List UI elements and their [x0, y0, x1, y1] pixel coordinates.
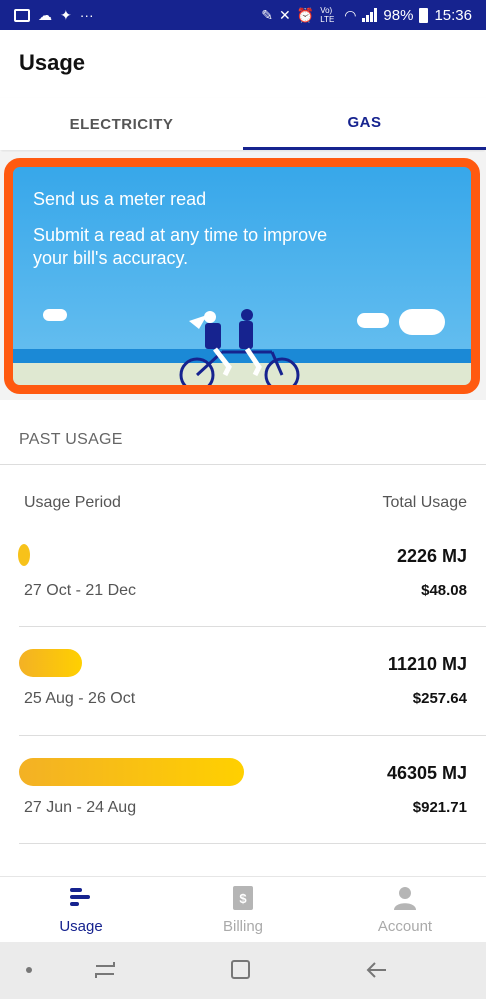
cloud-icon [43, 309, 67, 321]
row-divider [19, 735, 486, 736]
usage-bar [19, 649, 82, 677]
usage-cost: $48.08 [421, 582, 467, 599]
wifi-icon: ◠ [344, 7, 357, 23]
back-icon[interactable] [366, 960, 388, 980]
tandem-bike-illustration-icon [179, 309, 300, 385]
battery-percent: 98% [383, 6, 414, 24]
clock: 15:36 [434, 6, 472, 24]
home-icon[interactable] [231, 960, 250, 979]
recent-apps-icon[interactable] [94, 960, 116, 980]
usage-row[interactable]: 27 Oct - 21 Dec 2226 MJ $48.08 [0, 520, 486, 628]
usage-cost: $257.64 [412, 690, 467, 707]
usage-screen: ☁ ✦ ··· ✎ ✕ ⏰ Vo) LTE ◠ 98% 15:36 Usage … [0, 0, 486, 999]
usage-period: 25 Aug - 26 Oct [24, 690, 136, 707]
section-divider [0, 464, 486, 465]
usage-period: 27 Oct - 21 Dec [24, 582, 137, 599]
usage-amount: 46305 MJ [386, 763, 467, 783]
meter-read-banner[interactable]: Send us a meter read Submit a read at an… [4, 158, 480, 394]
page-title: Usage [19, 50, 86, 75]
row-divider [19, 843, 486, 844]
usage-bars-icon [70, 888, 90, 906]
banner-body: Submit a read at any time to improve you… [33, 225, 328, 268]
cloud-icon [399, 309, 445, 335]
usage-amount: 2226 MJ [396, 546, 467, 566]
svg-text:$: $ [239, 891, 247, 906]
nav-usage[interactable]: Usage [0, 877, 162, 942]
usage-period-header: Usage Period [24, 494, 121, 511]
banner-heading: Send us a meter read [33, 189, 207, 209]
signal-icon [362, 8, 378, 22]
system-navigation-bar [0, 942, 486, 999]
system-status-icons: ✎ ✕ ⏰ Vo) LTE ◠ 98% 15:36 [261, 6, 472, 24]
status-bar: ☁ ✦ ··· ✎ ✕ ⏰ Vo) LTE ◠ 98% 15:36 [0, 0, 486, 30]
usage-row[interactable]: 27 Jun - 24 Aug 46305 MJ $921.71 [0, 737, 486, 845]
row-divider [19, 626, 486, 627]
banner-area: Send us a meter read Submit a read at an… [0, 152, 486, 400]
nav-account[interactable]: Account [324, 877, 486, 942]
usage-amount: 11210 MJ [387, 654, 467, 674]
nav-billing[interactable]: $ Billing [162, 877, 324, 942]
usage-bar [19, 758, 244, 786]
twitter-notification-icon: ✦ [60, 7, 72, 23]
nav-usage-label: Usage [59, 918, 103, 935]
cloud-icon [357, 313, 389, 328]
cloud-notification-icon: ☁ [38, 7, 52, 23]
alarm-icon: ⏰ [296, 7, 315, 23]
battery-icon [419, 7, 429, 23]
notification-icons: ☁ ✦ ··· [14, 8, 94, 22]
mute-icon: ✕ [279, 7, 291, 23]
volte-icon: Vo) LTE [320, 6, 335, 24]
usage-bar [18, 544, 30, 566]
usage-row[interactable]: 25 Aug - 26 Oct 11210 MJ $257.64 [0, 628, 486, 736]
fuel-tabs: ELECTRICITY GAS [0, 98, 486, 150]
nav-account-label: Account [377, 918, 433, 935]
nav-billing-label: Billing [222, 918, 264, 935]
past-usage-title: PAST USAGE [19, 431, 123, 448]
dollar-document-icon: $ [233, 886, 253, 910]
bottom-navigation: Usage $ Billing Account [0, 876, 486, 942]
usage-period: 27 Jun - 24 Aug [24, 799, 137, 816]
total-usage-header: Total Usage [382, 494, 468, 511]
more-notifications-icon: ··· [79, 7, 94, 23]
tab-electricity[interactable]: ELECTRICITY [0, 98, 243, 150]
tab-gas[interactable]: GAS [243, 98, 486, 150]
person-icon [394, 887, 416, 910]
gallery-notification-icon [14, 8, 30, 22]
dot-icon [26, 967, 32, 973]
nfc-icon: ✎ [261, 7, 274, 23]
app-header: Usage [0, 30, 486, 98]
usage-cost: $921.71 [412, 799, 467, 816]
